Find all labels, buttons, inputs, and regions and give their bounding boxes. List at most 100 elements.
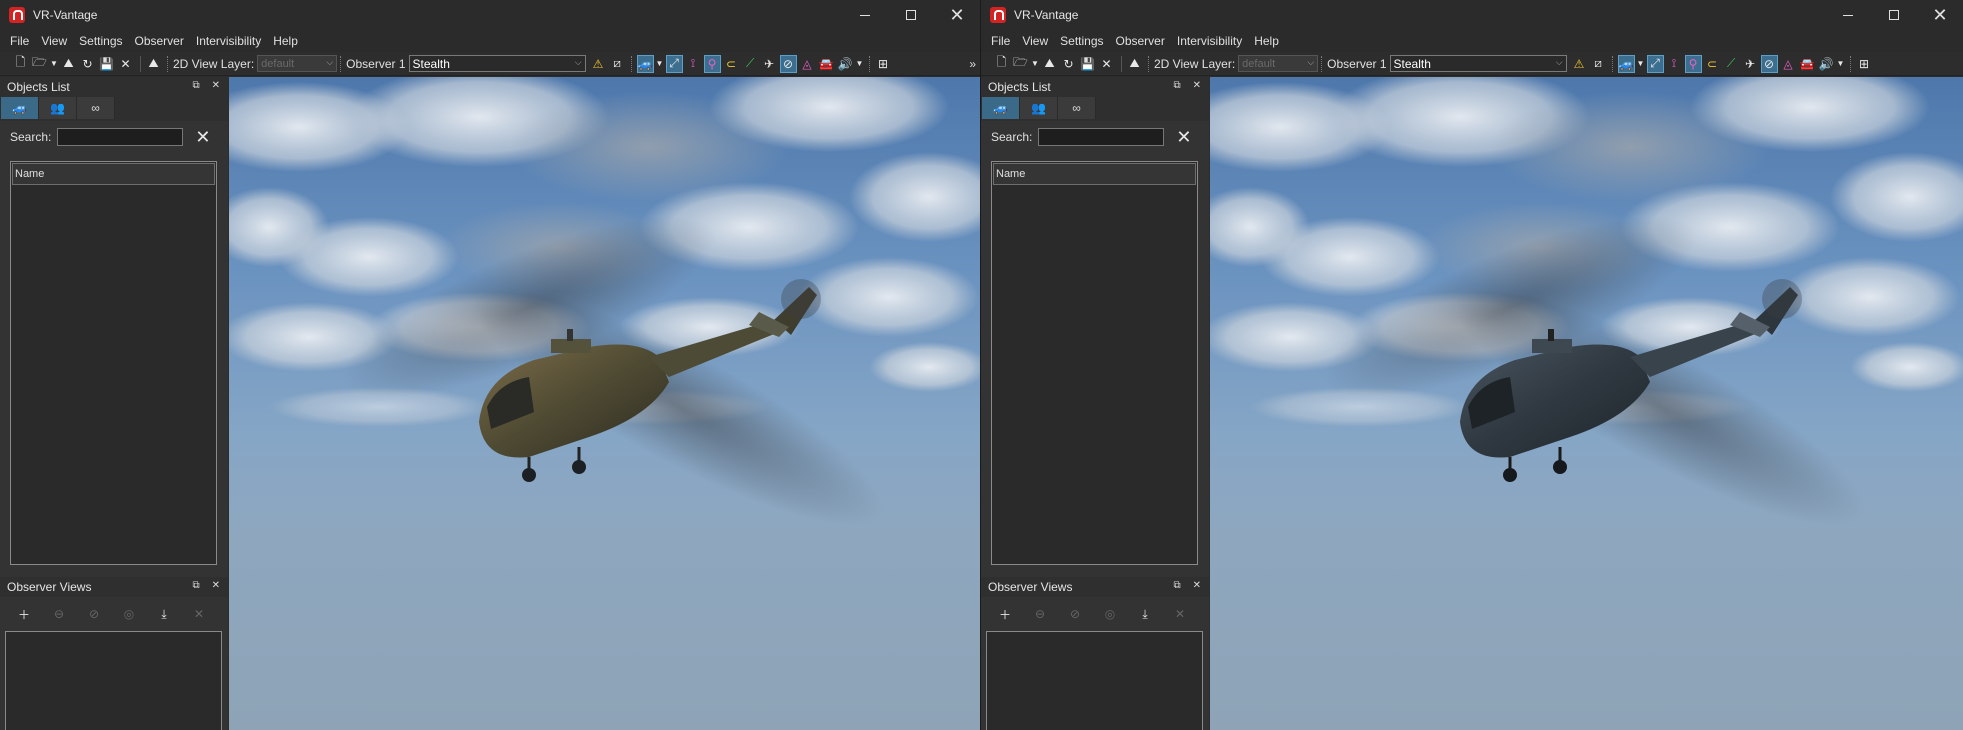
close-panel-icon[interactable]: ✕ — [1193, 80, 1201, 91]
menu-file[interactable]: File — [985, 30, 1016, 52]
toolbar-grip[interactable] — [167, 55, 170, 72]
sound-dropdown-icon[interactable]: ▼ — [1837, 55, 1845, 73]
fit-view-icon[interactable]: ⤢ — [665, 54, 683, 73]
objects-table[interactable]: Name — [10, 161, 217, 565]
car-icon[interactable]: 🚘 — [1799, 55, 1816, 73]
label-icon[interactable]: ⊂ — [723, 55, 740, 73]
route-icon[interactable]: ⟟ — [685, 55, 702, 73]
toolbar-overflow-icon[interactable]: » — [969, 57, 976, 71]
float-panel-icon[interactable]: ⧉ — [192, 80, 199, 91]
download-view-icon[interactable]: ⤓ — [1135, 607, 1155, 622]
waypoint-icon[interactable]: ⚲ — [1684, 54, 1702, 73]
toolbar-grip[interactable] — [1148, 55, 1151, 72]
sound-icon[interactable]: 🔊 — [1818, 55, 1835, 73]
terrain-icon[interactable]: ⛰ — [1041, 55, 1058, 73]
tab-lifeforms[interactable]: 👥 — [1020, 97, 1058, 119]
float-panel-icon[interactable]: ⧉ — [192, 580, 199, 591]
terrain-tools-icon[interactable]: ⛰ — [145, 55, 162, 73]
toolbar-grip[interactable] — [1611, 55, 1615, 72]
toolbar-grip[interactable] — [340, 55, 343, 72]
terrain-icon[interactable]: ⛰ — [60, 55, 77, 73]
title-bar[interactable]: VR-Vantage ✕ — [981, 0, 1963, 30]
clear-search-icon[interactable]: ✕ — [1176, 128, 1191, 146]
close-window-button[interactable]: ✕ — [934, 0, 980, 30]
sound-dropdown-icon[interactable]: ▼ — [856, 55, 864, 73]
3d-viewport[interactable] — [1210, 77, 1963, 730]
observer-views-title-bar[interactable]: Observer Views ⧉ ✕ — [0, 577, 228, 597]
maximize-button[interactable] — [888, 0, 934, 30]
tab-vehicles[interactable]: 🚙 — [1, 97, 39, 119]
menu-settings[interactable]: Settings — [73, 30, 128, 52]
graph-icon[interactable]: ⟋ — [1723, 55, 1740, 73]
reload-icon[interactable]: ↻ — [1060, 55, 1077, 73]
minimize-button[interactable] — [842, 0, 888, 30]
wireframe-icon[interactable]: ⧄ — [1590, 55, 1607, 73]
float-panel-icon[interactable]: ⧉ — [1173, 80, 1180, 91]
column-header-name[interactable]: Name — [993, 163, 1196, 185]
toolbar-grip[interactable] — [868, 55, 872, 72]
new-file-button[interactable]: 🗋 — [12, 55, 29, 73]
search-input[interactable] — [57, 128, 184, 146]
vehicle-view-icon[interactable]: 🚙 — [1617, 54, 1635, 73]
vehicle-dropdown-icon[interactable]: ▼ — [656, 55, 664, 73]
menu-intervisibility[interactable]: Intervisibility — [1171, 30, 1248, 52]
range-icon[interactable]: ◬ — [1780, 55, 1797, 73]
warning-icon[interactable]: ⚠ — [590, 55, 607, 73]
open-dropdown-icon[interactable]: ▼ — [50, 55, 58, 73]
menu-intervisibility[interactable]: Intervisibility — [190, 30, 267, 52]
toolbar-grip[interactable] — [1849, 55, 1853, 72]
close-window-button[interactable]: ✕ — [1917, 0, 1963, 30]
save-icon[interactable]: 💾 — [1079, 55, 1096, 73]
save-icon[interactable]: 💾 — [98, 55, 115, 73]
float-panel-icon[interactable]: ⧉ — [1173, 580, 1180, 591]
warning-icon[interactable]: ⚠ — [1571, 55, 1588, 73]
wireframe-icon[interactable]: ⧄ — [609, 55, 626, 73]
new-file-button[interactable]: 🗋 — [993, 55, 1010, 73]
aircraft-icon[interactable]: ✈ — [761, 55, 778, 73]
tab-vehicles[interactable]: 🚙 — [982, 97, 1020, 119]
menu-help[interactable]: Help — [267, 30, 304, 52]
no-radar-icon[interactable]: ⊘ — [779, 54, 797, 73]
menu-settings[interactable]: Settings — [1054, 30, 1109, 52]
route-icon[interactable]: ⟟ — [1666, 55, 1683, 73]
maximize-button[interactable] — [1871, 0, 1917, 30]
network-icon[interactable]: ⊞ — [875, 55, 892, 73]
close-panel-icon[interactable]: ✕ — [212, 80, 220, 91]
3d-viewport[interactable] — [229, 77, 980, 730]
open-dropdown-icon[interactable]: ▼ — [1031, 55, 1039, 73]
reload-icon[interactable]: ↻ — [79, 55, 96, 73]
range-icon[interactable]: ◬ — [799, 55, 816, 73]
sound-icon[interactable]: 🔊 — [837, 55, 854, 73]
objects-list-title-bar[interactable]: Objects List ⧉ ✕ — [981, 77, 1209, 97]
tab-lifeforms[interactable]: 👥 — [39, 97, 77, 119]
no-radar-icon[interactable]: ⊘ — [1760, 54, 1778, 73]
observer-select[interactable]: Stealth ⌵ — [408, 55, 586, 72]
vehicle-dropdown-icon[interactable]: ▼ — [1637, 55, 1645, 73]
waypoint-icon[interactable]: ⚲ — [703, 54, 721, 73]
car-icon[interactable]: 🚘 — [818, 55, 835, 73]
aircraft-icon[interactable]: ✈ — [1742, 55, 1759, 73]
menu-help[interactable]: Help — [1248, 30, 1285, 52]
fit-view-icon[interactable]: ⤢ — [1646, 54, 1664, 73]
objects-table[interactable]: Name — [991, 161, 1198, 565]
column-header-name[interactable]: Name — [12, 163, 215, 185]
toolbar-grip[interactable] — [1321, 55, 1324, 72]
menu-view[interactable]: View — [35, 30, 73, 52]
close-panel-icon[interactable]: ✕ — [1193, 580, 1201, 591]
tab-observers[interactable]: ∞ — [77, 97, 115, 119]
clear-search-icon[interactable]: ✕ — [195, 128, 210, 146]
observer-views-list[interactable] — [5, 631, 222, 730]
terrain-tools-icon[interactable]: ⛰ — [1126, 55, 1143, 73]
objects-list-title-bar[interactable]: Objects List ⧉ ✕ — [0, 77, 228, 97]
close-scenario-icon[interactable]: ✕ — [1098, 55, 1115, 73]
toolbar-grip[interactable] — [630, 55, 634, 72]
observer-views-title-bar[interactable]: Observer Views ⧉ ✕ — [981, 577, 1209, 597]
open-folder-button[interactable]: 🗁 — [1012, 55, 1029, 73]
title-bar[interactable]: VR-Vantage ✕ — [0, 0, 980, 30]
close-panel-icon[interactable]: ✕ — [212, 580, 220, 591]
download-view-icon[interactable]: ⤓ — [154, 607, 174, 622]
add-view-icon[interactable]: ＋ — [14, 606, 34, 623]
observer-select[interactable]: Stealth ⌵ — [1389, 55, 1567, 72]
close-scenario-icon[interactable]: ✕ — [117, 55, 134, 73]
menu-observer[interactable]: Observer — [1110, 30, 1171, 52]
